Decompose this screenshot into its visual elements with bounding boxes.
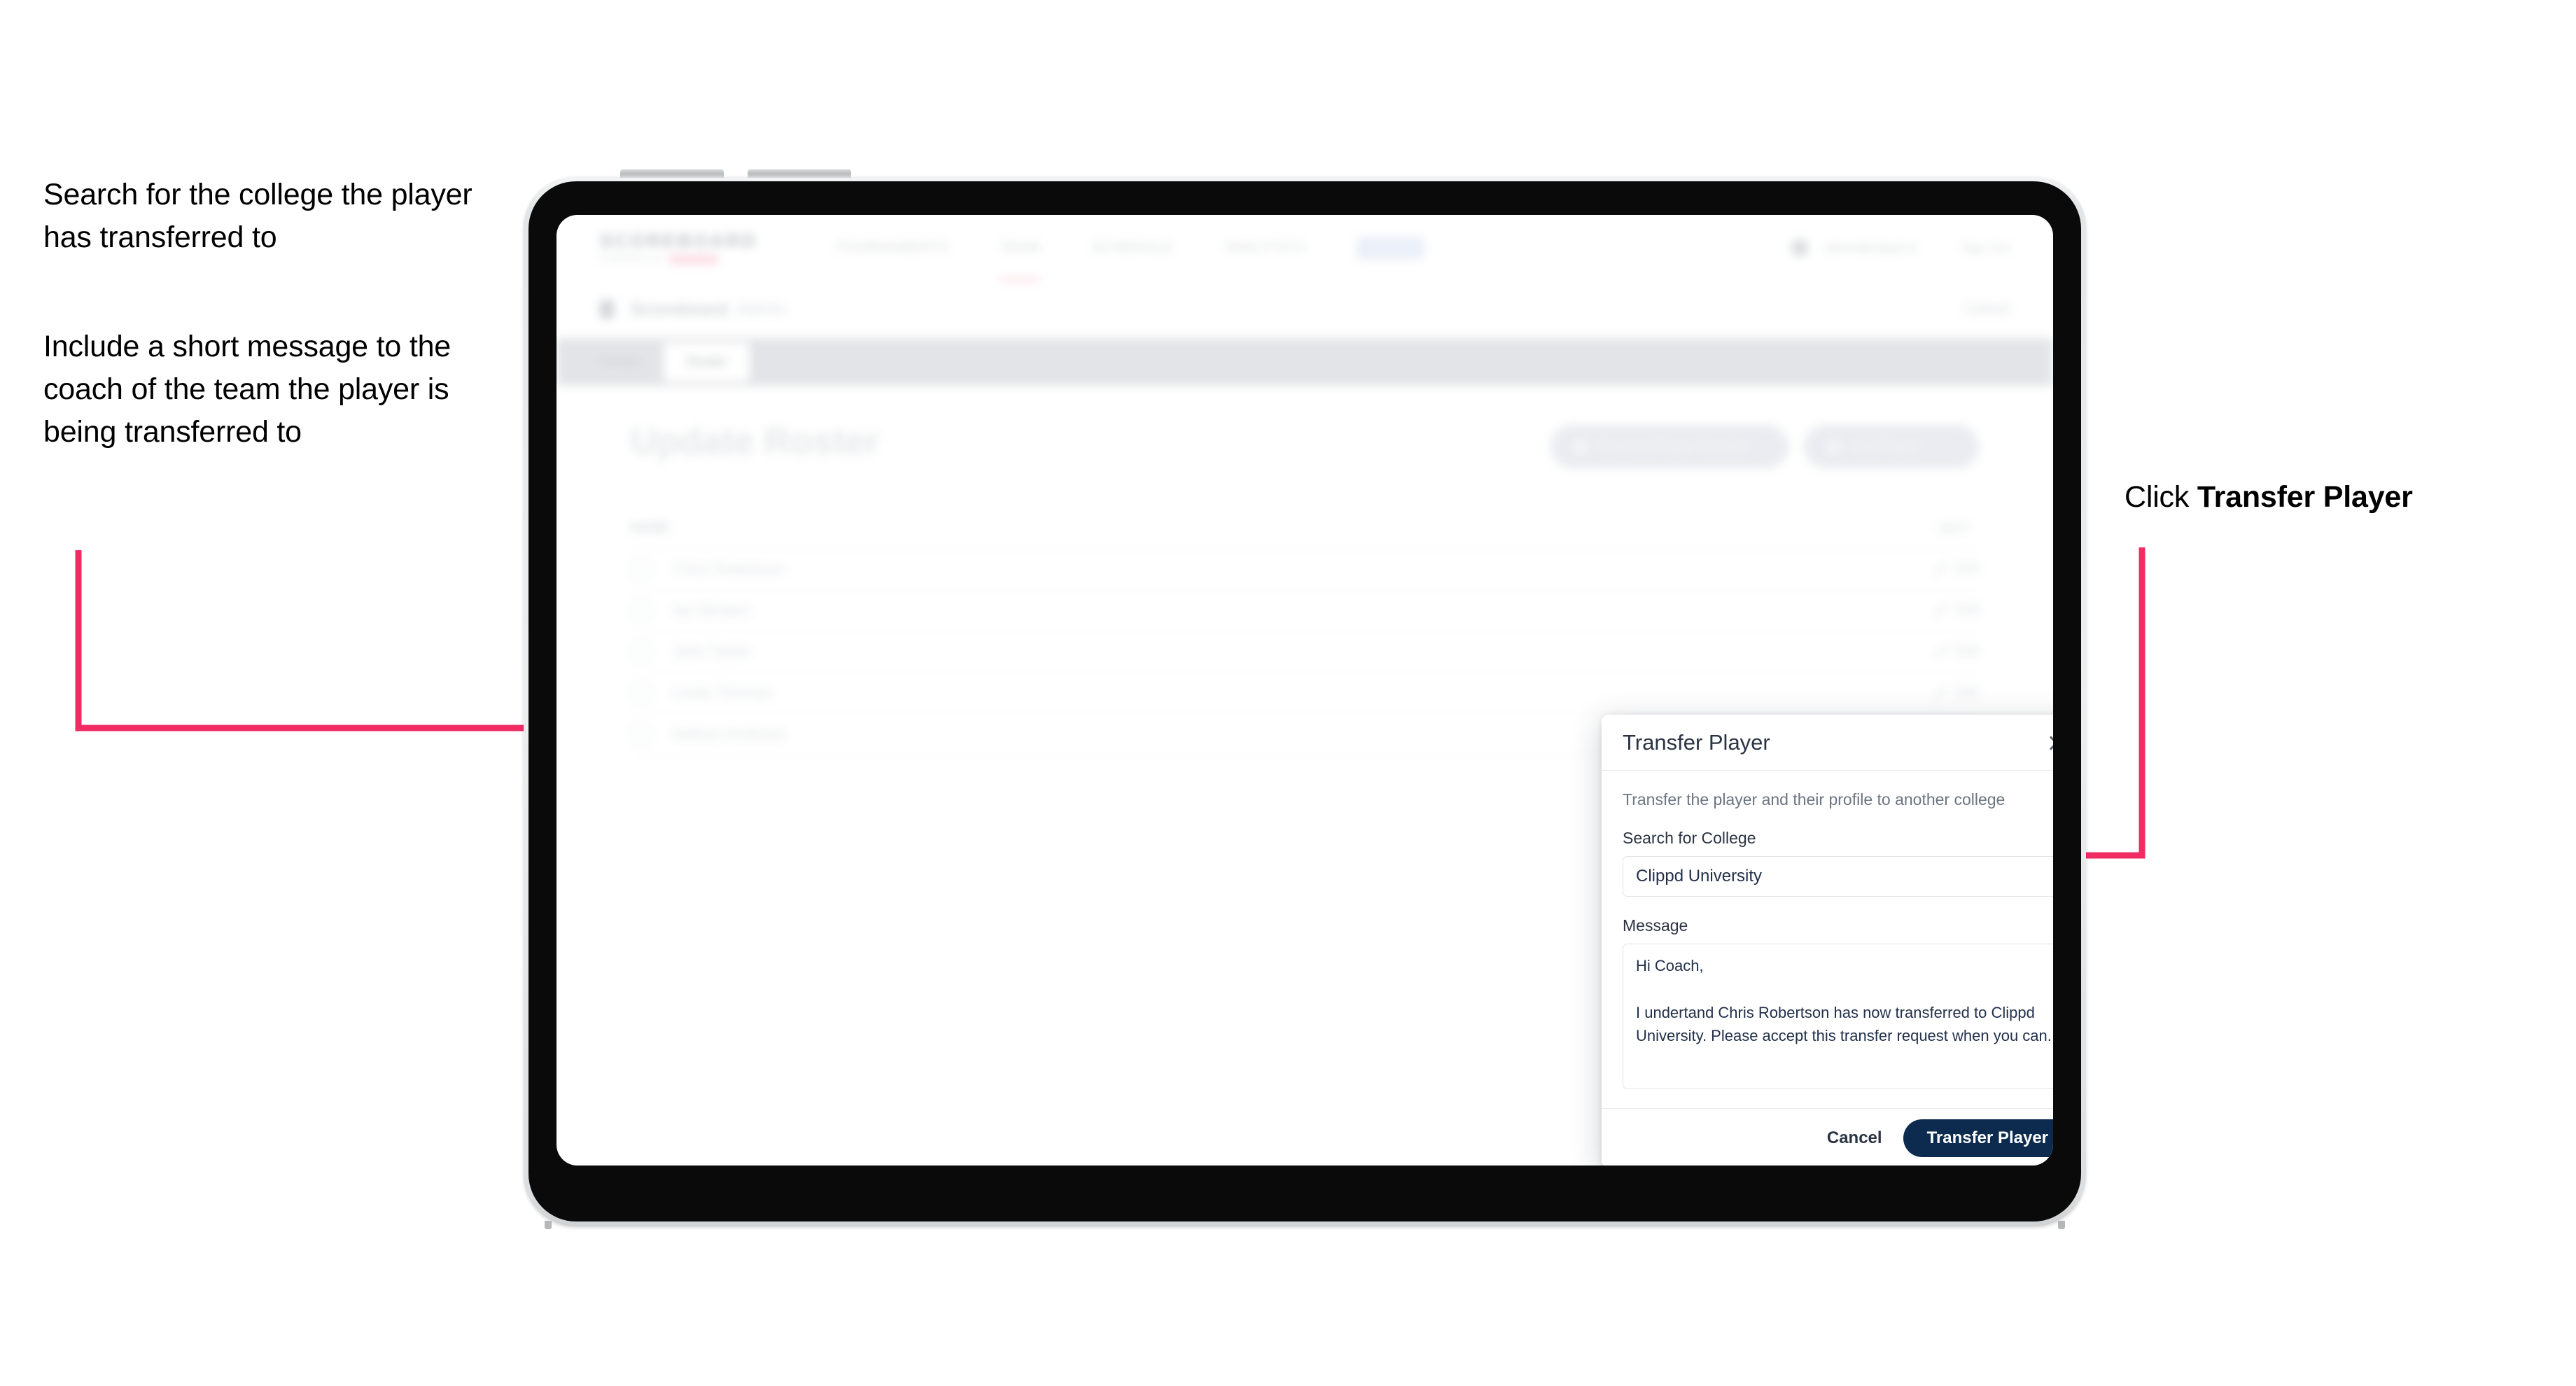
row-checkbox[interactable] <box>631 723 652 745</box>
app-logo[interactable]: SCOREBOARD POWERED BY CLIPPD <box>600 232 757 264</box>
close-icon[interactable] <box>2044 730 2053 755</box>
tab-roster[interactable]: Roster <box>664 342 750 382</box>
nav-item-admin[interactable]: ADMIN <box>1356 215 1424 281</box>
roster-col-name: NAME <box>631 521 670 536</box>
pencil-icon <box>1933 603 1947 617</box>
row-edit-action[interactable]: Edit <box>1933 602 1979 618</box>
pencil-icon <box>1933 562 1947 575</box>
player-name: Ian Winters <box>673 601 751 619</box>
subbar-title: Scoreboard <box>631 299 728 319</box>
player-name: Nathan Andrews <box>673 724 786 743</box>
player-name: Chris Robertson <box>673 559 784 578</box>
table-row[interactable]: Lewis Thomas Edit <box>631 672 1979 714</box>
row-edit-action[interactable]: Edit <box>1933 685 1979 701</box>
tab-details[interactable]: Details <box>576 338 664 386</box>
tablet-foot-left <box>545 1221 552 1229</box>
college-field-label: Search for College <box>1623 829 1756 847</box>
nav-admin-pill: ADMIN <box>1356 236 1424 260</box>
transfer-player-modal: Transfer Player Transfer the player and … <box>1602 715 2053 1166</box>
annotation-click-prefix: Click <box>2124 480 2197 514</box>
modal-description: Transfer the player and their profile to… <box>1623 790 2005 808</box>
app-topbar: SCOREBOARD POWERED BY CLIPPD TOURNAMENTS… <box>556 215 2053 282</box>
edit-label: Edit <box>1954 685 1979 700</box>
app-nav: TOURNAMENTS TEAM SCHEDULE ANALYTICS ADMI… <box>834 215 1424 281</box>
nav-item-tournaments[interactable]: TOURNAMENTS <box>834 215 948 281</box>
row-checkbox[interactable] <box>631 640 652 662</box>
row-checkbox[interactable] <box>631 558 652 580</box>
roster-header-row: NAME EDIT <box>631 509 1979 549</box>
pencil-icon <box>1933 686 1947 699</box>
tablet-device: SCOREBOARD POWERED BY CLIPPD TOURNAMENTS… <box>524 169 2086 1229</box>
modal-header: Transfer Player <box>1602 715 2053 771</box>
table-row[interactable]: Ian Winters Edit <box>631 589 1979 631</box>
add-player-label: Add Player <box>1851 438 1919 454</box>
nav-item-analytics[interactable]: ANALYTICS <box>1224 215 1305 281</box>
row-checkbox[interactable] <box>631 599 652 621</box>
app-tabbar: Details Roster <box>556 338 2053 386</box>
annotation-click-bold: Transfer Player <box>2197 480 2413 514</box>
table-row[interactable]: John Taylor Edit <box>631 631 1979 673</box>
cancel-button[interactable]: Cancel <box>1824 1124 1885 1152</box>
nav-item-schedule[interactable]: SCHEDULE <box>1092 215 1172 281</box>
row-edit-action[interactable]: Edit <box>1933 643 1979 659</box>
logo-tagline-text: POWERED BY <box>600 255 663 263</box>
table-row[interactable]: Chris Robertson Edit <box>631 548 1979 590</box>
modal-body: Transfer the player and their profile to… <box>1602 771 2053 1108</box>
transfer-icon <box>1574 440 1588 454</box>
transfer-player-button[interactable]: Transfer Player <box>1903 1119 2053 1157</box>
tablet-outer-frame: SCOREBOARD POWERED BY CLIPPD TOURNAMENTS… <box>524 169 2086 1229</box>
user-email: admin@clippd.io <box>1823 240 1917 255</box>
search-college-input[interactable] <box>1623 856 2053 897</box>
add-player-button[interactable]: Add Player <box>1804 425 1979 468</box>
pencil-icon <box>1933 645 1947 658</box>
sign-out-link[interactable]: Sign Out <box>1961 241 2010 255</box>
logo-brand-pill: CLIPPD <box>668 255 720 264</box>
request-player-transfer-button[interactable]: Request Player Transfer <box>1550 425 1788 468</box>
page-actions: Request Player Transfer Add Player <box>1550 425 1979 468</box>
tablet-screen: SCOREBOARD POWERED BY CLIPPD TOURNAMENTS… <box>556 215 2053 1166</box>
scoreboard-icon <box>600 300 614 318</box>
player-name: Lewis Thomas <box>673 683 772 701</box>
annotation-search-college: Search for the college the player has tr… <box>43 178 472 255</box>
row-checkbox[interactable] <box>631 682 652 704</box>
subbar-title-suffix: Admin <box>736 299 786 319</box>
roster-col-edit: EDIT <box>1939 522 1969 535</box>
avatar[interactable] <box>1790 239 1809 257</box>
logo-wordmark: SCOREBOARD <box>600 230 758 251</box>
edit-label: Edit <box>1954 643 1979 659</box>
field-spacer <box>1623 897 2053 916</box>
player-name: John Taylor <box>673 642 752 660</box>
tablet-bezel: SCOREBOARD POWERED BY CLIPPD TOURNAMENTS… <box>528 181 2081 1222</box>
app-subbar: Scoreboard Admin Cancel <box>556 281 2053 339</box>
plus-icon <box>1828 440 1841 454</box>
annotation-include-message: Include a short message to the coach of … <box>43 330 451 449</box>
request-transfer-label: Request Player Transfer <box>1597 438 1749 454</box>
message-field-label: Message <box>1623 916 1688 934</box>
edit-label: Edit <box>1954 602 1979 617</box>
nav-item-team[interactable]: TEAM <box>999 215 1041 281</box>
edit-label: Edit <box>1954 561 1979 576</box>
volume-up-button[interactable] <box>620 169 724 178</box>
modal-title: Transfer Player <box>1623 729 1770 755</box>
modal-footer: Cancel Transfer Player <box>1602 1108 2053 1166</box>
volume-down-button[interactable] <box>748 169 851 178</box>
annotation-click-transfer: Click Transfer Player <box>2124 476 2558 519</box>
logo-tagline: POWERED BY CLIPPD <box>600 255 757 264</box>
message-textarea[interactable]: Hi Coach, I undertand Chris Robertson ha… <box>1623 944 2053 1089</box>
subbar-cancel-button[interactable]: Cancel <box>1964 301 2010 318</box>
app-topbar-right: admin@clippd.io Sign Out <box>1790 239 2010 257</box>
page-title: Update Roster <box>631 421 880 462</box>
row-edit-action[interactable]: Edit <box>1933 561 1979 577</box>
tablet-foot-right <box>2058 1221 2065 1229</box>
